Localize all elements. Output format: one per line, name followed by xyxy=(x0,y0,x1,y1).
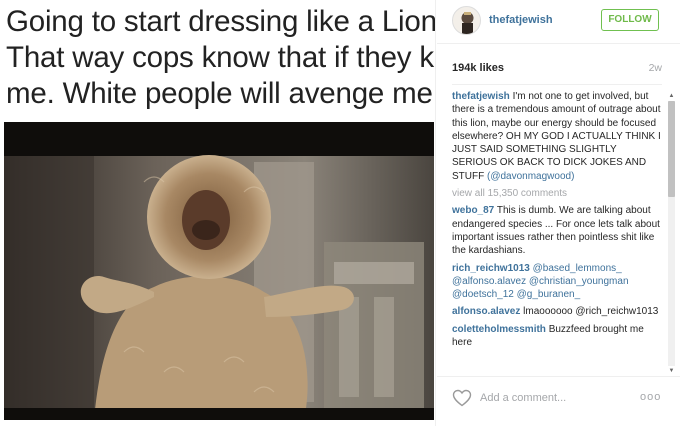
meme-caption: Going to start dressing like a Lion. Tha… xyxy=(6,4,436,112)
avatar-icon xyxy=(461,12,474,34)
more-options-icon[interactable]: ooo xyxy=(640,391,661,403)
comments-scrollbar[interactable]: ▲ ▼ xyxy=(667,92,676,375)
comments-list: thefatjewish I'm not one to get involved… xyxy=(452,90,662,372)
comment-item: webo_87 This is dumb. We are talking abo… xyxy=(452,204,662,257)
add-comment-input[interactable]: Add a comment... xyxy=(480,392,566,404)
comment-username[interactable]: thefatjewish xyxy=(452,91,510,102)
divider xyxy=(452,84,662,85)
heart-icon[interactable] xyxy=(452,389,472,407)
comment-mention[interactable]: (@davonmagwood) xyxy=(487,171,574,182)
comment-item: thefatjewish I'm not one to get involved… xyxy=(452,90,662,183)
comment-item: alfonso.alavez lmaoooooo @rich_reichw101… xyxy=(452,305,662,318)
post-side-panel: thefatjewish FOLLOW 194k likes 2w thefat… xyxy=(437,0,680,426)
comment-text: lmaoooooo @rich_reichw1013 xyxy=(523,306,659,318)
view-all-comments-link[interactable]: view all 15,350 comments xyxy=(452,187,662,200)
comment-username[interactable]: alfonso.alavez xyxy=(452,306,520,317)
post-time: 2w xyxy=(648,62,662,74)
follow-button[interactable]: FOLLOW xyxy=(601,9,659,31)
likes-count[interactable]: 194k likes xyxy=(452,62,504,74)
scroll-thumb[interactable] xyxy=(668,101,675,197)
comment-username[interactable]: coletteholmessmith xyxy=(452,324,546,335)
post-username[interactable]: thefatjewish xyxy=(489,14,553,26)
likes-row: 194k likes 2w xyxy=(452,62,662,76)
post-header: thefatjewish FOLLOW xyxy=(437,0,680,44)
comment-text: I'm not one to get involved, but there i… xyxy=(452,91,661,182)
meme-image: Going to start dressing like a Lion. Tha… xyxy=(0,0,436,426)
post-footer: Add a comment... ooo xyxy=(437,376,680,426)
comment-item: coletteholmessmith Buzzfeed brought me h… xyxy=(452,323,662,350)
meme-caption-line: Going to start dressing like a Lion. xyxy=(6,5,436,38)
scroll-down-icon[interactable]: ▼ xyxy=(667,367,676,375)
comment-username[interactable]: rich_reichw1013 xyxy=(452,263,530,274)
meme-caption-line: me. White people will avenge me xyxy=(6,77,433,110)
avatar[interactable] xyxy=(452,6,481,35)
comment-username[interactable]: webo_87 xyxy=(452,205,494,216)
meme-caption-line: That way cops know that if they kill xyxy=(6,41,436,74)
scroll-up-icon[interactable]: ▲ xyxy=(667,92,676,100)
lion-costume-photo xyxy=(4,122,434,420)
comment-item: rich_reichw1013 @based_lemmons_ @alfonso… xyxy=(452,262,662,302)
